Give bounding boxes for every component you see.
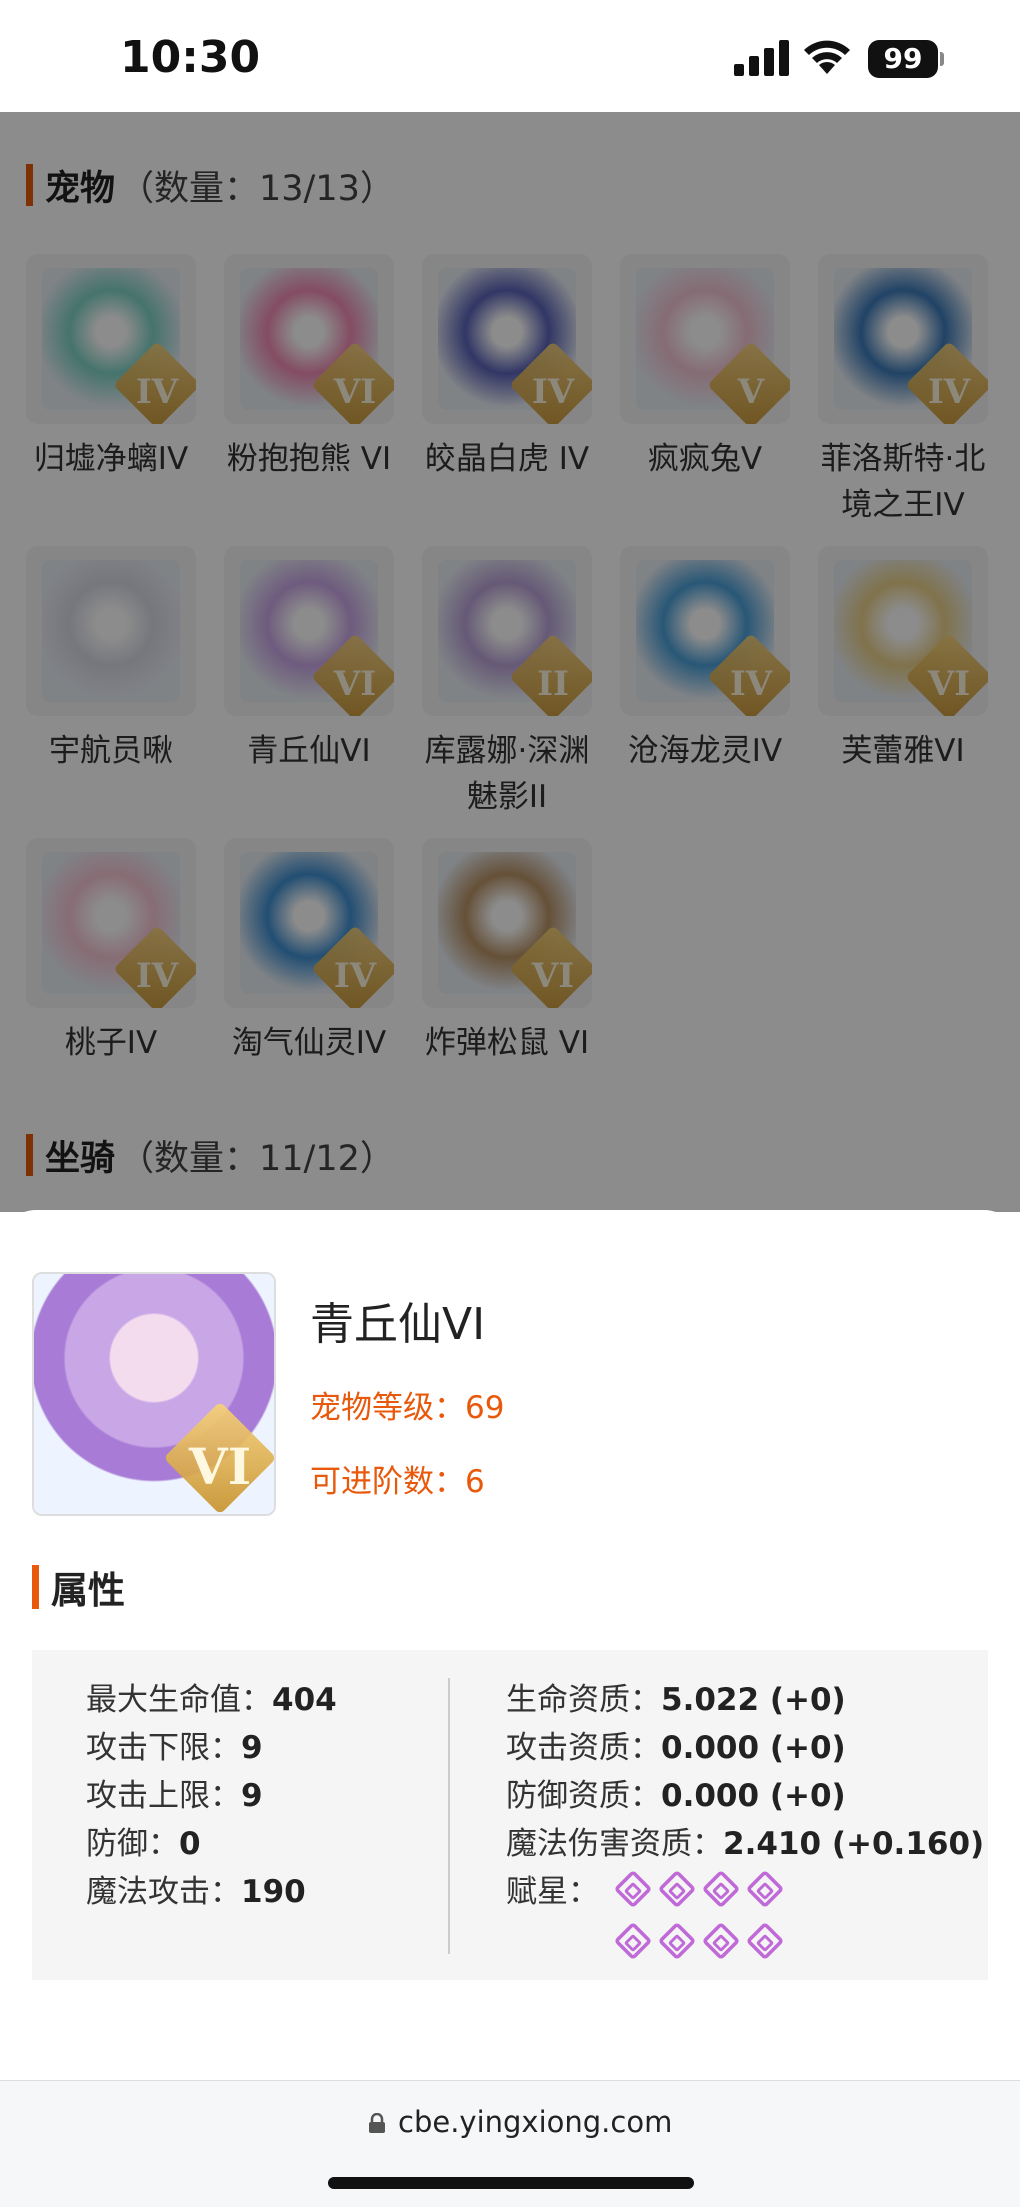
stat-label: 攻击下限： [86, 1730, 241, 1766]
star-icon [613, 1921, 653, 1961]
stat-row: 最大生命值：404 [86, 1676, 337, 1724]
star-rating [613, 1869, 814, 1974]
star-icon [657, 1869, 697, 1909]
wifi-icon [804, 40, 850, 74]
pet-advance-count: 可进阶数：6 [310, 1464, 485, 1500]
star-icon [701, 1869, 741, 1909]
battery-icon: 99 [868, 40, 944, 78]
stat-label: 生命资质： [506, 1682, 661, 1718]
star-icon [701, 1921, 741, 1961]
pet-detail-image: VI [32, 1272, 276, 1516]
star-icon [745, 1869, 785, 1909]
stat-value: 190 [241, 1874, 306, 1910]
stat-value: 404 [272, 1682, 337, 1718]
stat-label: 最大生命值： [86, 1682, 272, 1718]
attributes-title: 属性 [51, 1569, 125, 1612]
attributes-header: 属性 [32, 1560, 125, 1614]
url-text[interactable]: cbe.yingxiong.com [398, 2105, 672, 2139]
stat-value: 0 [179, 1826, 201, 1862]
star-icon [613, 1869, 653, 1909]
stat-row: 攻击资质：0.000 (+0) [506, 1724, 984, 1772]
stat-value: 5.022 (+0) [661, 1682, 846, 1718]
stat-row: 魔法攻击：190 [86, 1868, 337, 1916]
stat-value: 0.000 (+0) [661, 1778, 846, 1814]
stat-label: 防御资质： [506, 1778, 661, 1814]
pet-level: 宠物等级：69 [310, 1390, 505, 1426]
stat-label: 魔法伤害资质： [506, 1826, 723, 1862]
attributes-panel: 最大生命值：404 攻击下限：9 攻击上限：9 防御：0 魔法攻击：190 生命资质：5… [32, 1650, 988, 1980]
stat-value: 9 [241, 1778, 263, 1814]
stat-label: 魔法攻击： [86, 1874, 241, 1910]
stat-row: 生命资质：5.022 (+0) [506, 1676, 984, 1724]
star-icon [745, 1921, 785, 1961]
column-divider [448, 1678, 450, 1954]
base-stats-column: 最大生命值：404 攻击下限：9 攻击上限：9 防御：0 魔法攻击：190 [86, 1676, 337, 1916]
stat-value: 2.410 (+0.160) [723, 1826, 985, 1862]
status-time: 10:30 [120, 32, 261, 83]
lock-icon [369, 2113, 385, 2133]
stat-value: 0.000 (+0) [661, 1730, 846, 1766]
stat-value: 9 [241, 1730, 263, 1766]
stat-label: 防御： [86, 1826, 179, 1862]
cellular-signal-icon [734, 40, 789, 76]
stat-label: 攻击资质： [506, 1730, 661, 1766]
section-accent-bar [32, 1565, 39, 1609]
stat-label: 攻击上限： [86, 1778, 241, 1814]
stat-row: 魔法伤害资质：2.410 (+0.160) [506, 1820, 984, 1868]
pet-detail-sheet: VI 青丘仙VI 宠物等级：69 可进阶数：6 属性 最大生命值：404 攻击下限… [0, 1210, 1020, 2080]
pet-detail-grade: VI [188, 1437, 252, 1496]
home-indicator [328, 2177, 694, 2189]
browser-address-bar[interactable]: cbe.yingxiong.com [0, 2080, 1020, 2207]
stat-row: 防御资质：0.000 (+0) [506, 1772, 984, 1820]
stat-row: 攻击下限：9 [86, 1724, 337, 1772]
star-icon [657, 1921, 697, 1961]
stat-row: 防御：0 [86, 1820, 337, 1868]
modal-backdrop[interactable] [0, 112, 1020, 1212]
pet-detail-name: 青丘仙VI [310, 1299, 486, 1350]
stat-row: 攻击上限：9 [86, 1772, 337, 1820]
battery-level: 99 [868, 40, 938, 78]
status-bar: 10:30 99 [0, 0, 1020, 112]
